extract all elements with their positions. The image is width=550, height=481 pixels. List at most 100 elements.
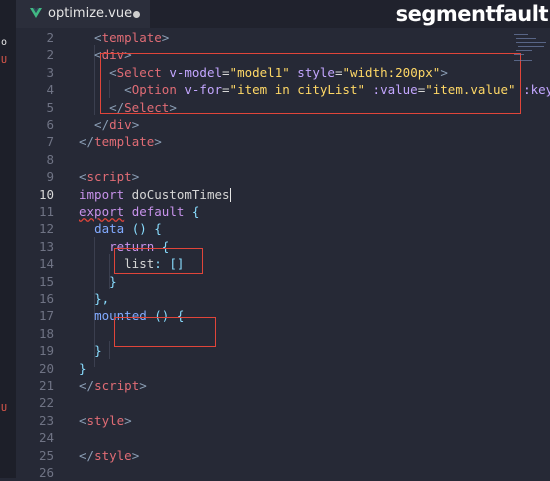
line-number: 18 bbox=[38, 325, 54, 341]
code-line[interactable]: 16 }, bbox=[16, 290, 508, 307]
code-line[interactable]: 7 </template> bbox=[16, 133, 508, 150]
code-token: < bbox=[79, 169, 87, 185]
code-token: > bbox=[131, 117, 140, 132]
line-number: 11 bbox=[38, 204, 54, 219]
code-text: </style> bbox=[79, 447, 139, 464]
code-line[interactable]: 14 list: [] bbox=[16, 255, 508, 272]
git-status-marker: U bbox=[1, 403, 8, 414]
code-token: } bbox=[94, 343, 102, 359]
code-token: style bbox=[86, 412, 125, 428]
code-line[interactable]: 9 <script> bbox=[16, 168, 508, 185]
line-number: 24 bbox=[38, 430, 54, 446]
code-line[interactable]: 15 } bbox=[16, 273, 508, 290]
code-token: default bbox=[131, 204, 185, 219]
code-text: import doCustomTimes bbox=[79, 186, 231, 203]
line-number: 10 bbox=[38, 186, 54, 202]
code-token: div bbox=[109, 117, 132, 132]
explorer-edge: o U U bbox=[0, 0, 16, 478]
line-number: 3 bbox=[46, 64, 54, 80]
line-number: 9 bbox=[46, 169, 54, 185]
minimap[interactable] bbox=[508, 28, 550, 478]
line-number: 26 bbox=[38, 465, 54, 480]
line-number: 25 bbox=[38, 447, 54, 463]
code-text: }, bbox=[79, 290, 109, 307]
code-line[interactable]: 2 <template> bbox=[16, 29, 508, 46]
code-line[interactable]: 11 export default { bbox=[16, 203, 508, 220]
code-token: </ bbox=[79, 117, 110, 132]
code-token: </ bbox=[79, 134, 95, 150]
code-line[interactable]: 10 import doCustomTimes bbox=[16, 186, 508, 203]
code-text: </script> bbox=[79, 377, 147, 394]
unsaved-dot-icon[interactable] bbox=[133, 11, 140, 18]
code-token: () bbox=[131, 221, 147, 237]
line-number: 22 bbox=[38, 395, 54, 411]
code-text: } bbox=[79, 360, 87, 377]
code-text: <template> bbox=[79, 29, 169, 46]
code-token: </ bbox=[79, 378, 95, 393]
code-line[interactable]: 25 </style> bbox=[16, 447, 508, 464]
line-number: 2 bbox=[46, 30, 54, 45]
code-token: > bbox=[154, 134, 162, 150]
code-token: < bbox=[79, 412, 87, 428]
code-line[interactable]: 18 bbox=[16, 325, 508, 342]
code-token: script bbox=[94, 378, 140, 393]
code-line[interactable]: 8 bbox=[16, 151, 508, 168]
code-line[interactable]: 12 data () { bbox=[16, 220, 508, 237]
code-token: < bbox=[79, 47, 102, 63]
line-number: 23 bbox=[38, 412, 54, 428]
code-text: </template> bbox=[79, 133, 162, 150]
line-number: 21 bbox=[38, 378, 54, 393]
code-text: data () { bbox=[79, 220, 162, 237]
vue-file-icon bbox=[30, 8, 42, 18]
mounted-body-highlight bbox=[114, 317, 216, 347]
line-number: 7 bbox=[46, 134, 54, 150]
code-line[interactable]: 22 bbox=[16, 394, 508, 411]
line-number: 20 bbox=[38, 360, 54, 376]
code-line[interactable]: 13 return { bbox=[16, 238, 508, 255]
code-token: } bbox=[79, 360, 87, 376]
code-line[interactable]: 24 bbox=[16, 429, 508, 446]
code-token: data bbox=[94, 221, 125, 237]
line-number: 4 bbox=[46, 82, 54, 98]
code-line[interactable]: 26 bbox=[16, 464, 508, 481]
code-line[interactable]: 19 } bbox=[16, 342, 508, 359]
code-line[interactable]: 21 </script> bbox=[16, 377, 508, 394]
code-token: template bbox=[94, 134, 155, 150]
code-line[interactable]: 23 <style> bbox=[16, 412, 508, 429]
text-cursor bbox=[229, 188, 231, 203]
line-number: 17 bbox=[38, 308, 54, 324]
line-number: 2 bbox=[46, 47, 54, 63]
line-number: 14 bbox=[38, 256, 54, 272]
watermark: segmentfault bbox=[395, 2, 549, 26]
code-token: > bbox=[139, 378, 147, 393]
line-number: 5 bbox=[46, 99, 54, 115]
tab-filename: optimize.vue bbox=[48, 6, 133, 21]
code-line[interactable]: 6 </div> bbox=[16, 116, 508, 133]
code-text: } bbox=[79, 273, 117, 290]
line-number: 12 bbox=[38, 221, 54, 237]
code-token: > bbox=[131, 447, 140, 463]
code-token: style bbox=[94, 447, 132, 463]
code-token: > bbox=[131, 169, 140, 185]
code-text: <style> bbox=[79, 412, 132, 429]
line-number: 6 bbox=[46, 117, 54, 132]
line-number: 15 bbox=[38, 273, 54, 289]
code-text: </div> bbox=[79, 116, 139, 133]
code-line[interactable]: 20} bbox=[16, 360, 508, 377]
code-token: import bbox=[79, 186, 125, 202]
git-status-marker: U bbox=[1, 55, 8, 66]
git-status-marker: o bbox=[1, 37, 8, 48]
code-token: }, bbox=[94, 291, 110, 306]
code-token: > bbox=[161, 30, 170, 45]
code-token: } bbox=[109, 273, 117, 289]
line-number: 19 bbox=[38, 343, 54, 359]
tab-optimize-vue[interactable]: optimize.vue bbox=[16, 0, 150, 28]
code-line[interactable]: 17 mounted () { bbox=[16, 307, 508, 324]
code-token: doCustomTimes bbox=[124, 186, 230, 202]
